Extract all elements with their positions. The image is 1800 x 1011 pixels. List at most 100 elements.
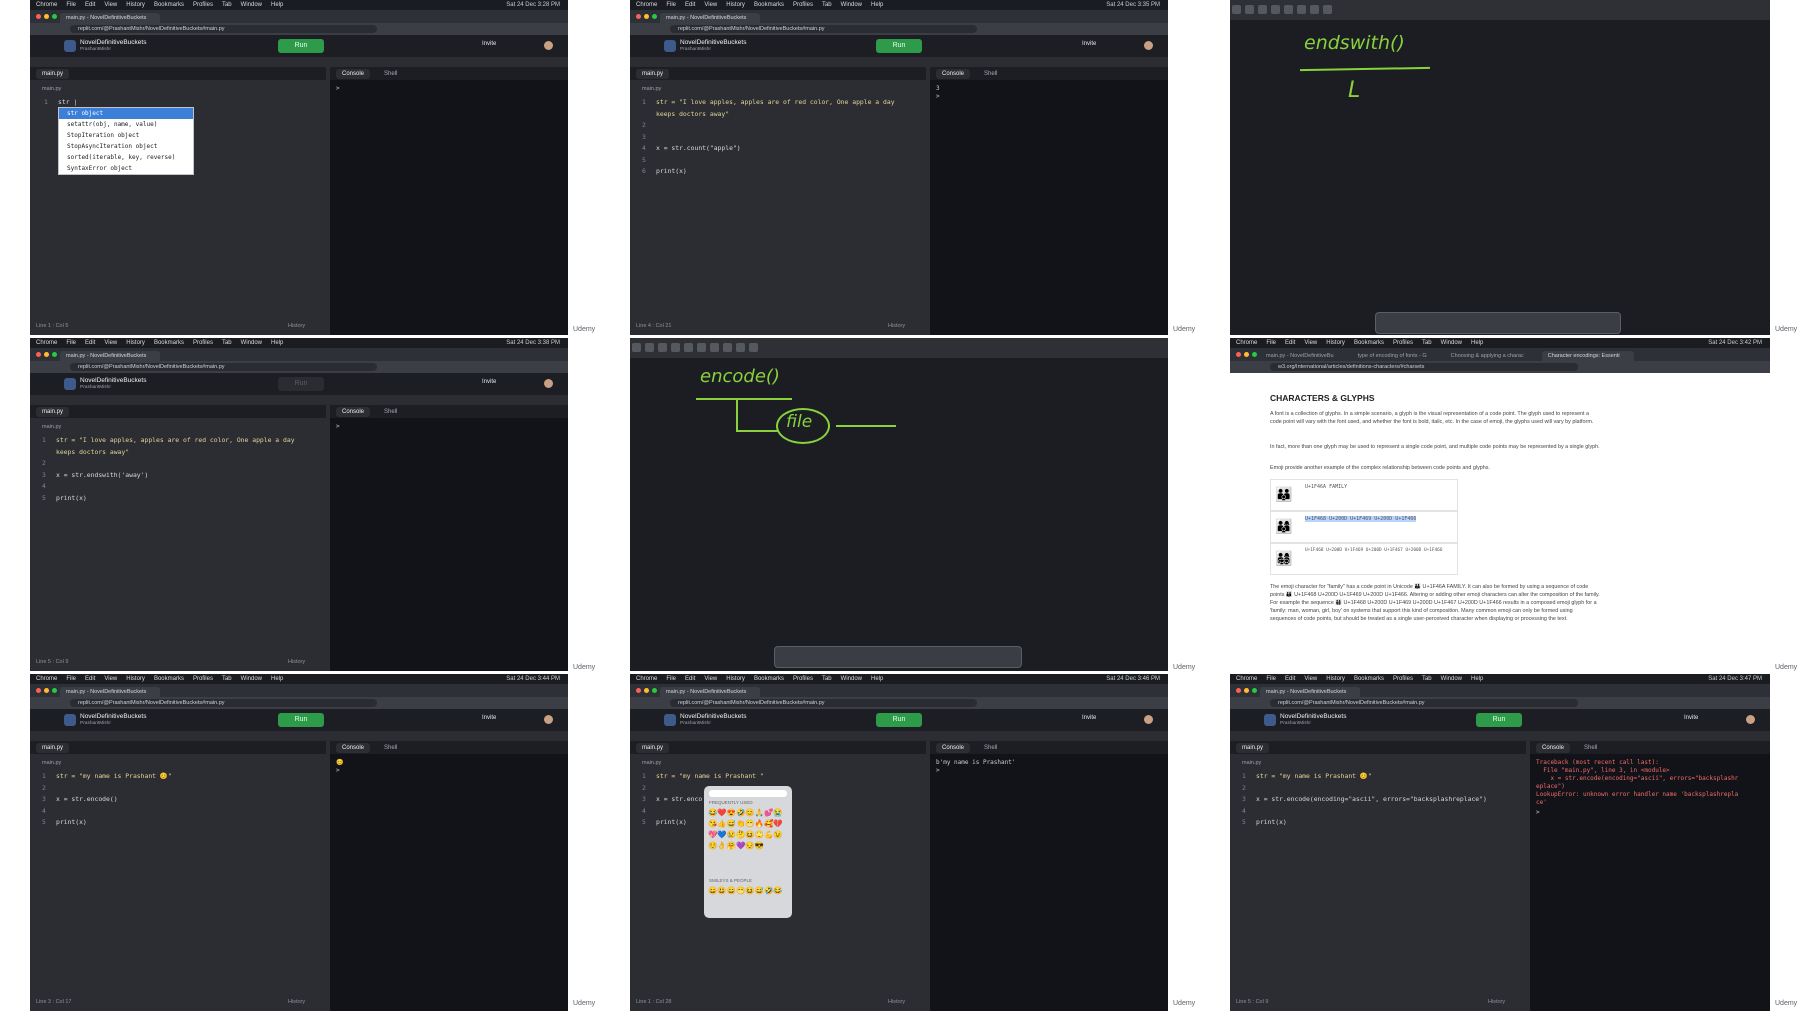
file-tab-main-py[interactable]: main.py: [1236, 742, 1270, 753]
avatar[interactable]: [1144, 41, 1153, 50]
menu-profiles[interactable]: Profiles: [193, 2, 213, 8]
console-output[interactable]: >: [336, 85, 340, 93]
file-tab-main-py[interactable]: main.py: [36, 406, 70, 417]
address-bar[interactable]: replit.com/@PrashantMishr/NovelDefinitiv…: [30, 23, 568, 35]
menu-bookmarks[interactable]: Bookmarks: [154, 2, 184, 8]
run-button[interactable]: Run: [876, 713, 922, 727]
project-title[interactable]: NovelDefinitiveBuckets PrashantMishr: [1280, 713, 1346, 727]
console-tab[interactable]: Console: [936, 742, 971, 753]
menu-view[interactable]: View: [104, 2, 117, 8]
tile-whiteboard-endswith[interactable]: endswith() L: [1230, 0, 1770, 335]
history-button[interactable]: History: [288, 659, 305, 665]
code-editor[interactable]: 1 str = "my name is Prashant 😊" 2 3x = st…: [1242, 771, 1487, 829]
invite-button[interactable]: Invite: [482, 715, 496, 721]
project-title[interactable]: NovelDefinitiveBuckets PrashantMishr: [680, 713, 746, 727]
history-button[interactable]: History: [288, 999, 305, 1005]
window-controls[interactable]: [36, 14, 57, 19]
floating-toolbar[interactable]: [1375, 312, 1621, 334]
avatar[interactable]: [544, 379, 553, 388]
url-text[interactable]: w3.org/International/articles/definition…: [1270, 363, 1578, 371]
address-bar[interactable]: w3.org/International/articles/definition…: [1230, 361, 1770, 373]
chrome-tab[interactable]: main.py - NovelDefinitiveBuckets: [60, 687, 161, 697]
emoji-search-input[interactable]: [709, 790, 787, 797]
shell-tab[interactable]: Shell: [978, 743, 1003, 753]
file-tab-main-py[interactable]: main.py: [36, 742, 70, 753]
url-text[interactable]: replit.com/@PrashantMishr/NovelDefinitiv…: [670, 25, 977, 33]
history-button[interactable]: History: [288, 323, 305, 329]
file-tab-main-py[interactable]: main.py: [636, 742, 670, 753]
tile-whiteboard-encode[interactable]: encode() file: [630, 338, 1168, 671]
autocomplete-item[interactable]: StopAsyncIteration object: [59, 141, 193, 152]
error-traceback[interactable]: Traceback (most recent call last): File …: [1536, 759, 1738, 807]
window-controls[interactable]: [36, 688, 57, 693]
drawing-toolbar[interactable]: [1230, 0, 1770, 20]
console-tab[interactable]: Console: [936, 68, 971, 79]
window-controls[interactable]: [1236, 352, 1257, 357]
chrome-tab[interactable]: main.py - NovelDefinitiveBuckets: [660, 13, 761, 23]
emoji-grid[interactable]: 😀😃😄😁😆😅🤣😂: [708, 885, 788, 896]
url-text[interactable]: replit.com/@PrashantMishr/NovelDefinitiv…: [1270, 699, 1578, 707]
chrome-tab-active[interactable]: Character encodings: Essenti: [1541, 351, 1634, 361]
url-text[interactable]: replit.com/@PrashantMishr/NovelDefinitiv…: [70, 699, 377, 707]
drawing-toolbar[interactable]: [630, 338, 1168, 358]
project-title[interactable]: NovelDefinitiveBuckets PrashantMishr: [680, 39, 746, 53]
avatar[interactable]: [1746, 715, 1755, 724]
chrome-tab[interactable]: main.py - NovelDefinitiveBuckets: [660, 687, 761, 697]
console-tab[interactable]: Console: [336, 406, 371, 417]
avatar[interactable]: [544, 41, 553, 50]
emoji-grid[interactable]: 😂❤️😍🤣😊🙏💕😭😘👍😅👏😁🔥🥰💔💖💙😢🤔😆🙄💪😉☺️👌🤗💜😔😎: [708, 807, 788, 851]
file-tab-main-py[interactable]: main.py: [636, 68, 670, 79]
menu-tab[interactable]: Tab: [222, 2, 232, 8]
menu-chrome[interactable]: Chrome: [36, 2, 57, 8]
address-bar[interactable]: replit.com/@PrashantMishr/NovelDefinitiv…: [630, 23, 1168, 35]
avatar[interactable]: [1144, 715, 1153, 724]
invite-button[interactable]: Invite: [482, 41, 496, 47]
console-tab[interactable]: Console: [336, 68, 371, 79]
run-button[interactable]: Run: [278, 39, 324, 53]
address-bar[interactable]: replit.com/@PrashantMishr/NovelDefinitiv…: [30, 697, 568, 709]
run-button[interactable]: Run: [278, 713, 324, 727]
invite-button[interactable]: Invite: [1082, 715, 1096, 721]
console-prompt[interactable]: >: [1536, 809, 1543, 817]
code-editor[interactable]: 1 str = "I love apples, apples are of red…: [42, 435, 295, 504]
emoji-picker[interactable]: FREQUENTLY USED 😂❤️😍🤣😊🙏💕😭😘👍😅👏😁🔥🥰💔💖💙😢🤔😆🙄💪…: [704, 786, 792, 918]
chrome-tab[interactable]: Choosing & applying a charac: [1445, 351, 1538, 361]
shell-tab[interactable]: Shell: [378, 69, 403, 79]
run-button[interactable]: Run: [278, 377, 324, 391]
shell-tab[interactable]: Shell: [1578, 743, 1603, 753]
chrome-tab[interactable]: main.py - NovelDefinitiveBuckets: [1260, 687, 1361, 697]
window-controls[interactable]: [1236, 688, 1257, 693]
project-title[interactable]: NovelDefinitiveBuckets PrashantMishr: [80, 713, 146, 727]
autocomplete-item[interactable]: sorted(iterable, key, reverse): [59, 152, 193, 163]
address-bar[interactable]: replit.com/@PrashantMishr/NovelDefinitiv…: [30, 361, 568, 373]
autocomplete-item[interactable]: StopIteration object: [59, 130, 193, 141]
history-button[interactable]: History: [888, 323, 905, 329]
history-button[interactable]: History: [888, 999, 905, 1005]
url-text[interactable]: replit.com/@PrashantMishr/NovelDefinitiv…: [70, 363, 377, 371]
menu-file[interactable]: File: [66, 2, 76, 8]
invite-button[interactable]: Invite: [1082, 41, 1096, 47]
chrome-tab[interactable]: main.py - NovelDefinitiveBuckets: [60, 351, 161, 361]
project-title[interactable]: NovelDefinitiveBuckets PrashantMishr: [80, 377, 146, 391]
console-tab[interactable]: Console: [336, 742, 371, 753]
file-tab-main-py[interactable]: main.py: [36, 68, 70, 79]
console-output[interactable]: >: [336, 423, 343, 431]
chrome-tab[interactable]: type of encoding of fonts - G: [1352, 351, 1441, 361]
menu-history[interactable]: History: [126, 2, 145, 8]
code-editor[interactable]: 1 str = "I love apples, apples are of red…: [642, 97, 895, 178]
autocomplete-item[interactable]: str object: [59, 108, 193, 119]
window-controls[interactable]: [636, 14, 657, 19]
invite-button[interactable]: Invite: [482, 379, 496, 385]
code-editor[interactable]: 1 str = "my name is Prashant 😊" 2 3x = st…: [42, 771, 172, 829]
project-title[interactable]: NovelDefinitiveBuckets PrashantMishr: [80, 39, 146, 53]
menu-help[interactable]: Help: [271, 2, 283, 8]
window-controls[interactable]: [636, 688, 657, 693]
history-button[interactable]: History: [1488, 999, 1505, 1005]
shell-tab[interactable]: Shell: [378, 407, 403, 417]
console-output[interactable]: 😊 >: [336, 759, 343, 775]
run-button[interactable]: Run: [1476, 713, 1522, 727]
address-bar[interactable]: replit.com/@PrashantMishr/NovelDefinitiv…: [630, 697, 1168, 709]
floating-toolbar[interactable]: [774, 646, 1022, 668]
menu-edit[interactable]: Edit: [85, 2, 95, 8]
shell-tab[interactable]: Shell: [978, 69, 1003, 79]
